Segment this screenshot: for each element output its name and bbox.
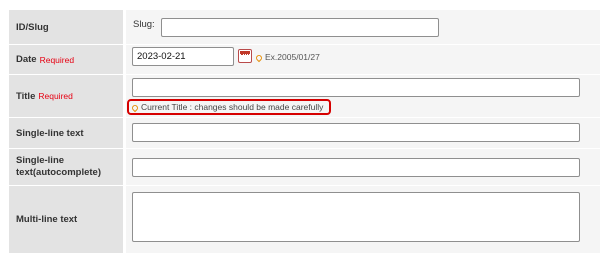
- calendar-icon[interactable]: [238, 49, 252, 63]
- value-title: Current Title : changes should be made c…: [126, 75, 600, 117]
- multi-line-textarea[interactable]: [132, 192, 580, 242]
- date-input[interactable]: [132, 47, 234, 66]
- pin-icon: [130, 103, 140, 113]
- row-title: Title Required Current Title : changes s…: [9, 75, 600, 117]
- pin-icon: [254, 53, 264, 63]
- value-single-line: [126, 118, 600, 148]
- title-note-text: Current Title : changes should be made c…: [141, 102, 324, 112]
- slug-input[interactable]: [161, 18, 439, 37]
- date-example: Ex.2005/01/27: [254, 52, 320, 63]
- title-input[interactable]: [132, 78, 580, 97]
- required-badge: Required: [38, 91, 73, 101]
- label-title-text: Title: [16, 90, 36, 102]
- label-slug-text: ID/Slug: [16, 21, 49, 33]
- label-autocomplete: Single-line text(autocomplete): [9, 149, 123, 185]
- row-autocomplete: Single-line text(autocomplete): [9, 149, 600, 185]
- label-single-line: Single-line text: [9, 118, 123, 148]
- row-slug: ID/Slug Slug:: [9, 10, 600, 44]
- value-date: Ex.2005/01/27: [126, 45, 600, 74]
- label-slug: ID/Slug: [9, 10, 123, 44]
- date-example-text: Ex.2005/01/27: [265, 52, 320, 62]
- label-autocomplete-text: Single-line text(autocomplete): [16, 155, 101, 178]
- label-title: Title Required: [9, 75, 123, 117]
- value-autocomplete: [126, 149, 600, 185]
- single-line-input[interactable]: [132, 123, 580, 142]
- slug-prefix: Slug:: [133, 19, 155, 30]
- label-date: Date Required: [9, 45, 123, 74]
- label-single-line-text: Single-line text: [16, 127, 84, 139]
- row-single-line: Single-line text: [9, 118, 600, 148]
- row-date: Date Required Ex.2005/01/27: [9, 45, 600, 74]
- title-caution-note: Current Title : changes should be made c…: [127, 99, 332, 115]
- value-slug: Slug:: [126, 10, 600, 44]
- required-badge: Required: [39, 54, 75, 65]
- label-date-text: Date: [16, 54, 37, 65]
- label-multi-line-text: Multi-line text: [16, 214, 78, 225]
- autocomplete-input[interactable]: [132, 158, 580, 177]
